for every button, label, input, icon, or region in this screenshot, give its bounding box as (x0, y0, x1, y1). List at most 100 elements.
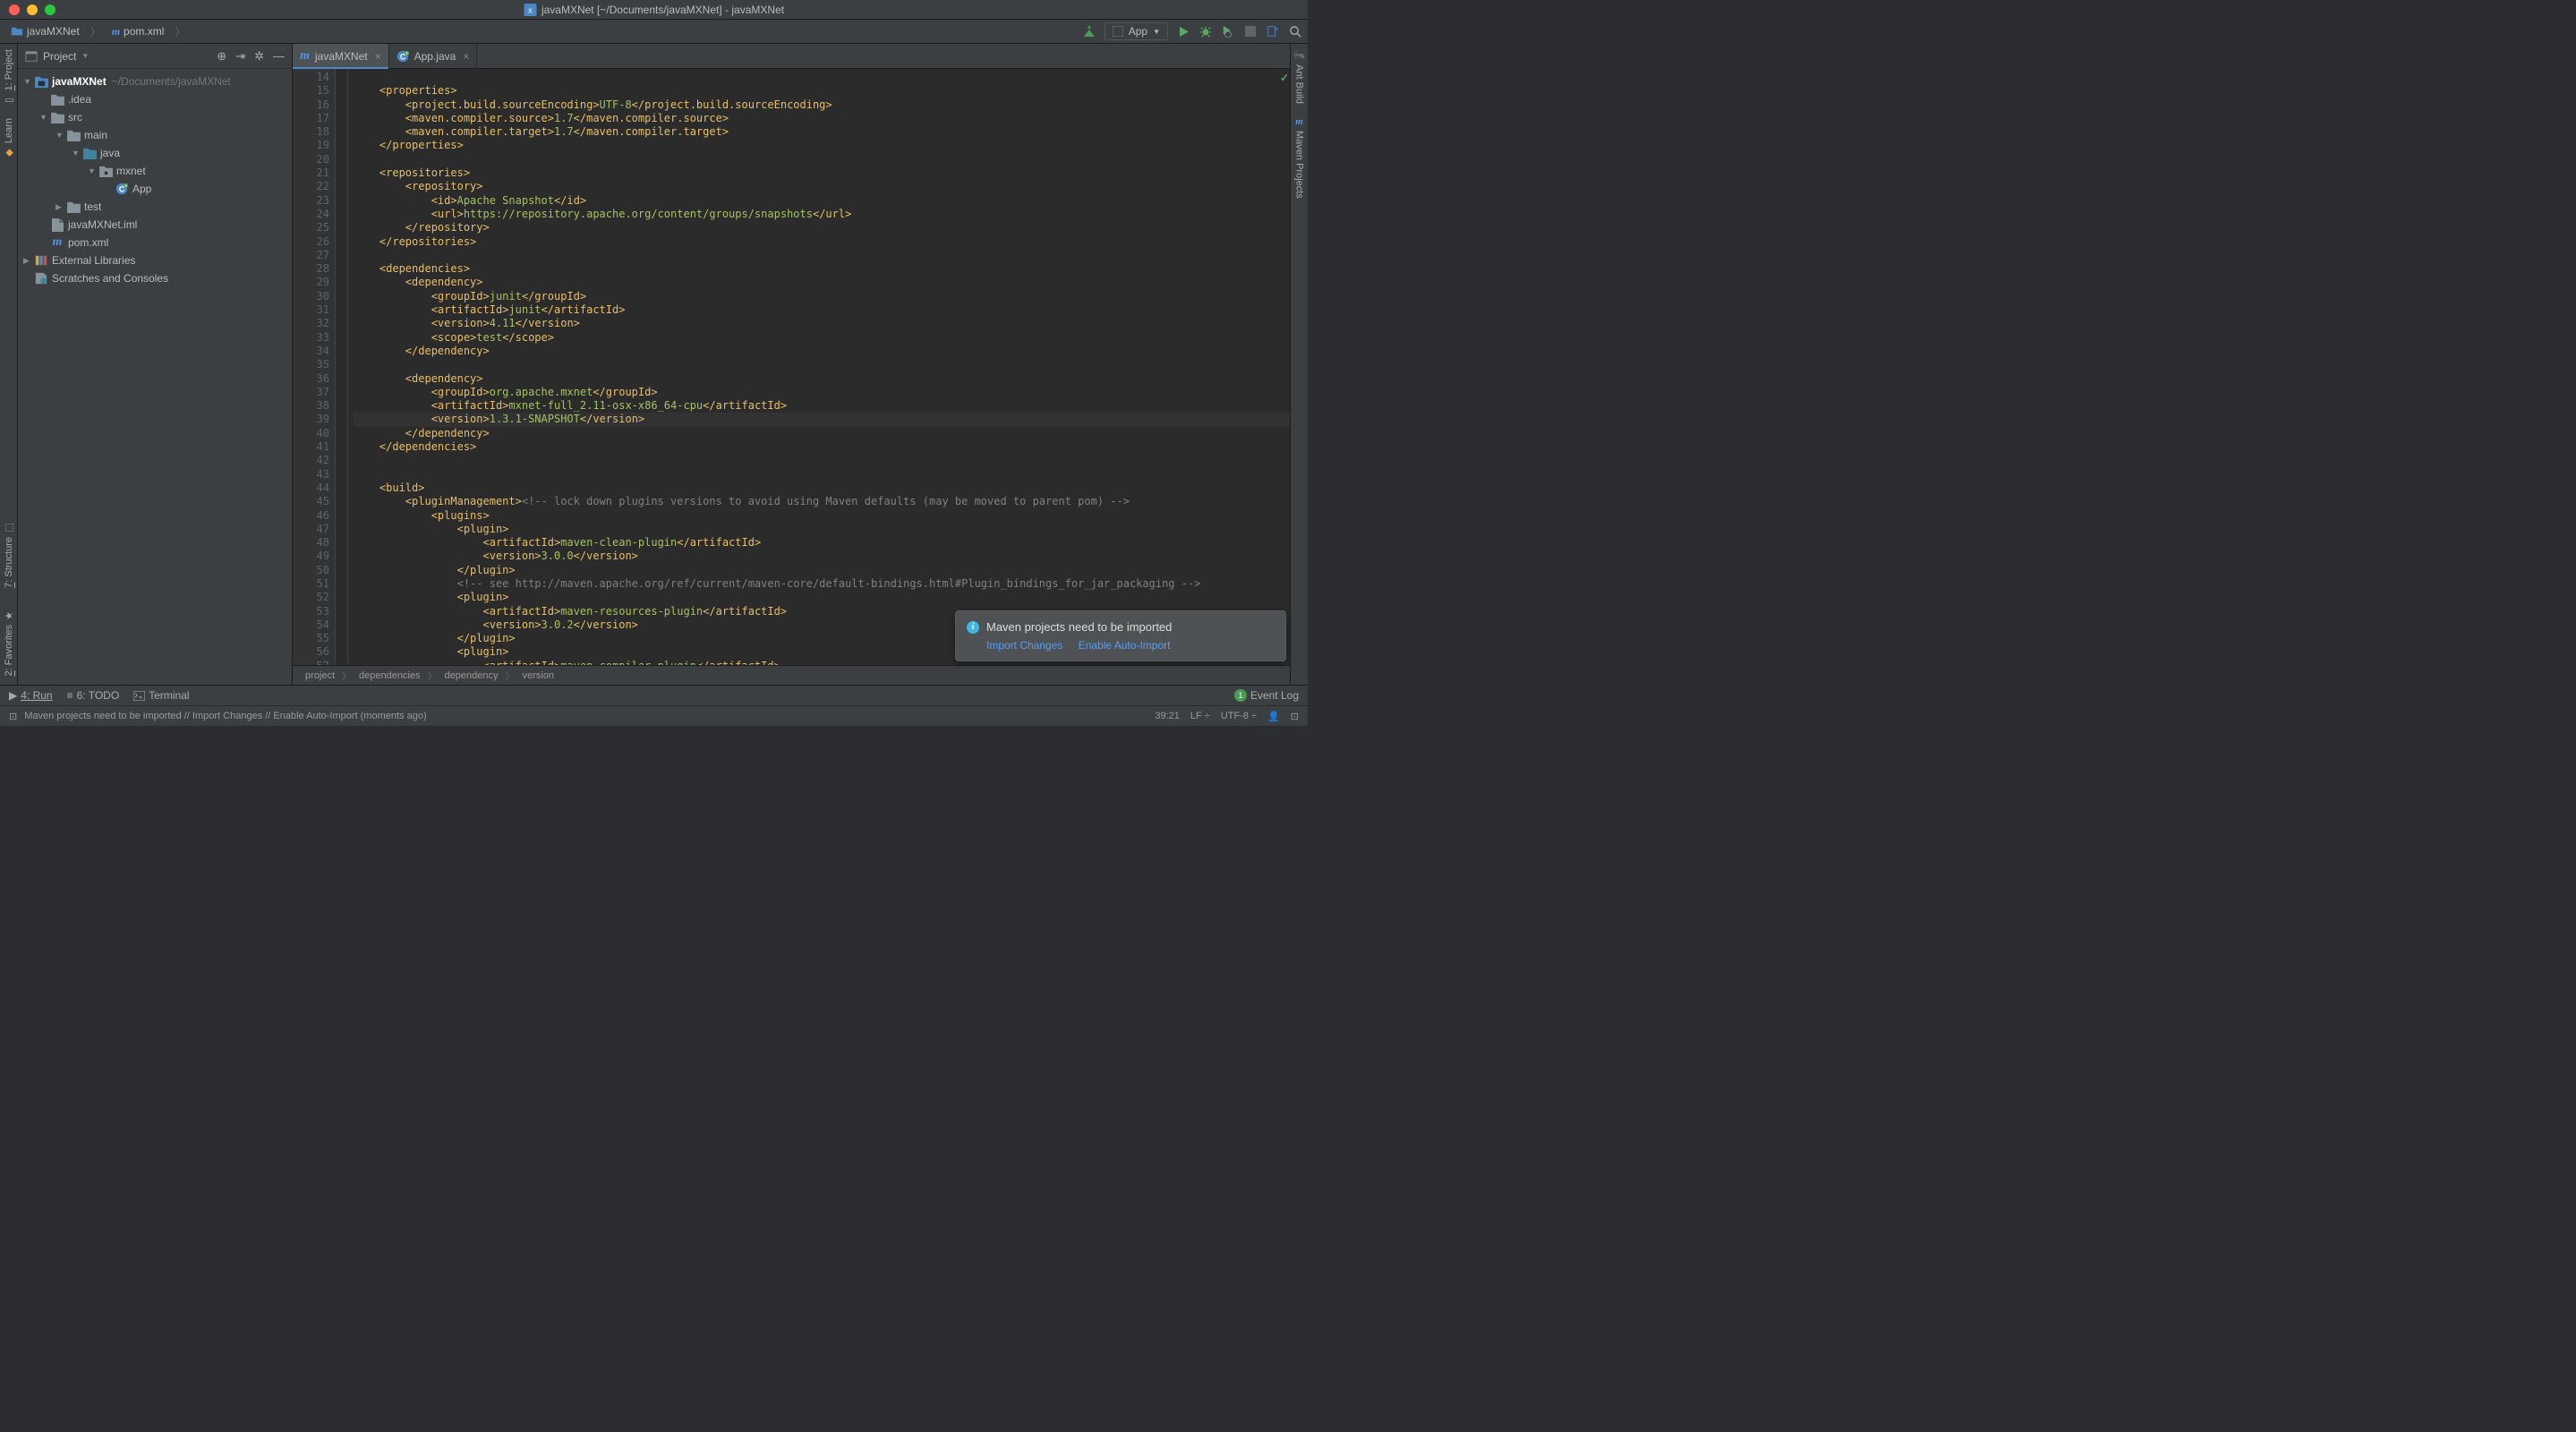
locate-icon[interactable]: ⊕ (217, 49, 226, 64)
tree-item[interactable]: .idea (18, 90, 292, 108)
terminal-tool-button[interactable]: Terminal (133, 689, 189, 702)
code-line[interactable]: <build> (354, 482, 1290, 495)
project-tree[interactable]: ▼javaMXNet~/Documents/javaMXNet.idea▼src… (18, 69, 292, 685)
import-changes-link[interactable]: Import Changes (986, 639, 1062, 652)
code-line[interactable]: </repository> (354, 221, 1290, 234)
todo-tool-button[interactable]: ≡ 6: TODO (67, 689, 120, 702)
cursor-position[interactable]: 39:21 (1155, 711, 1180, 721)
coverage-button[interactable] (1221, 24, 1235, 38)
minimize-window-button[interactable] (27, 4, 38, 15)
code-line[interactable]: <project.build.sourceEncoding>UTF-8</pro… (354, 98, 1290, 112)
gutter-ant-button[interactable]: 🐜Ant Build (1293, 49, 1306, 104)
tree-item[interactable]: ▼javaMXNet~/Documents/javaMXNet (18, 72, 292, 90)
tree-toggle-icon[interactable]: ▼ (39, 113, 50, 122)
code-line[interactable]: <dependencies> (354, 262, 1290, 276)
event-log-button[interactable]: 1 Event Log (1234, 689, 1299, 702)
update-project-icon[interactable] (1266, 24, 1280, 38)
run-tool-button[interactable]: ▶ 4: Run (9, 689, 53, 702)
breadcrumb-item[interactable]: dependencies (359, 670, 421, 681)
breadcrumb-item[interactable]: dependency (445, 670, 499, 681)
tree-item[interactable]: ▼java (18, 144, 292, 162)
code-line[interactable] (354, 454, 1290, 467)
code-line[interactable]: <dependency> (354, 372, 1290, 386)
code-area[interactable]: <properties> <project.build.sourceEncodi… (348, 69, 1290, 665)
file-encoding[interactable]: UTF-8 ÷ (1221, 711, 1257, 721)
code-line[interactable]: <artifactId>junit</artifactId> (354, 303, 1290, 317)
code-line[interactable]: <repository> (354, 180, 1290, 193)
search-everywhere-icon[interactable] (1288, 24, 1302, 38)
editor-tab[interactable]: CApp.java× (389, 44, 478, 68)
settings-icon[interactable]: ✲ (254, 49, 264, 64)
tree-toggle-icon[interactable]: ▼ (23, 77, 34, 86)
tree-item[interactable]: mpom.xml (18, 234, 292, 251)
gutter-project-button[interactable]: ▯1: Project (4, 49, 14, 106)
code-line[interactable]: </repositories> (354, 235, 1290, 249)
build-icon[interactable] (1082, 24, 1096, 38)
hector-icon[interactable]: 👤 (1267, 711, 1280, 722)
close-window-button[interactable] (9, 4, 20, 15)
editor-breadcrumbs[interactable]: project〉dependencies〉dependency〉version (293, 665, 1290, 685)
line-separator[interactable]: LF ÷ (1190, 711, 1210, 721)
breadcrumb-item[interactable]: version (523, 670, 554, 681)
code-line[interactable]: </dependencies> (354, 440, 1290, 454)
code-line[interactable] (354, 249, 1290, 262)
code-line[interactable] (354, 468, 1290, 482)
memory-indicator[interactable]: ⊡ (1291, 711, 1299, 722)
collapse-all-icon[interactable]: ⇥ (235, 49, 245, 64)
hide-icon[interactable]: — (273, 49, 285, 63)
code-line[interactable]: <properties> (354, 84, 1290, 98)
gutter-favorites-button[interactable]: 2: Favorites★ (4, 609, 14, 676)
editor[interactable]: ✓ 14151617181920212223242526272829303132… (293, 69, 1290, 665)
tree-item[interactable]: ▶test (18, 198, 292, 216)
code-line[interactable]: <maven.compiler.source>1.7</maven.compil… (354, 112, 1290, 125)
code-line[interactable]: <version>4.11</version> (354, 317, 1290, 330)
code-line[interactable]: <pluginManagement><!-- lock down plugins… (354, 495, 1290, 508)
code-line[interactable] (354, 358, 1290, 371)
tree-item[interactable]: ▶External Libraries (18, 251, 292, 269)
code-line[interactable]: <plugin> (354, 523, 1290, 536)
code-line[interactable]: <maven.compiler.target>1.7</maven.compil… (354, 125, 1290, 139)
code-line[interactable]: <groupId>junit</groupId> (354, 290, 1290, 303)
code-line[interactable]: </dependency> (354, 345, 1290, 358)
code-line[interactable]: <version>3.0.0</version> (354, 550, 1290, 563)
tool-windows-icon[interactable]: ⊡ (9, 711, 17, 722)
code-line[interactable]: <artifactId>mxnet-full_2.11-osx-x86_64-c… (354, 399, 1290, 413)
code-line[interactable] (354, 71, 1290, 84)
tree-item[interactable]: ▼src (18, 108, 292, 126)
code-line[interactable]: <version>1.3.1-SNAPSHOT</version> (354, 413, 1290, 426)
editor-tab[interactable]: mjavaMXNet× (293, 44, 389, 68)
line-number-gutter[interactable]: 1415161718192021222324252627282930313233… (293, 69, 336, 665)
tree-item[interactable]: CApp (18, 180, 292, 198)
tree-item[interactable]: ▼mxnet (18, 162, 292, 180)
tree-toggle-icon[interactable]: ▼ (88, 166, 98, 175)
breadcrumb-item[interactable]: project (305, 670, 335, 681)
code-line[interactable]: <repositories> (354, 166, 1290, 180)
fold-gutter[interactable] (336, 69, 348, 665)
code-line[interactable]: <!-- see http://maven.apache.org/ref/cur… (354, 577, 1290, 591)
gutter-maven-button[interactable]: mMaven Projects (1294, 116, 1305, 199)
tree-toggle-icon[interactable]: ▶ (23, 256, 34, 266)
tree-toggle-icon[interactable]: ▼ (55, 131, 66, 140)
tree-item[interactable]: javaMXNet.iml (18, 216, 292, 234)
tree-item[interactable]: ▼main (18, 126, 292, 144)
code-line[interactable]: <id>Apache Snapshot</id> (354, 194, 1290, 208)
close-tab-icon[interactable]: × (373, 50, 381, 63)
close-tab-icon[interactable]: × (461, 50, 469, 63)
run-button[interactable] (1176, 24, 1190, 38)
code-line[interactable]: <url>https://repository.apache.org/conte… (354, 208, 1290, 221)
run-configuration-dropdown[interactable]: App ▼ (1105, 22, 1168, 40)
code-line[interactable]: <artifactId>maven-clean-plugin</artifact… (354, 536, 1290, 550)
enable-auto-import-link[interactable]: Enable Auto-Import (1079, 639, 1171, 652)
code-line[interactable]: <groupId>org.apache.mxnet</groupId> (354, 386, 1290, 399)
code-line[interactable] (354, 153, 1290, 166)
gutter-structure-button[interactable]: 7: Structure⬚ (4, 522, 14, 588)
stop-button[interactable] (1243, 24, 1258, 38)
nav-crumb-file[interactable]: m pom.xml (107, 23, 170, 40)
code-line[interactable]: </dependency> (354, 427, 1290, 440)
tree-item[interactable]: Scratches and Consoles (18, 269, 292, 287)
code-line[interactable]: <plugin> (354, 591, 1290, 604)
nav-crumb-project[interactable]: javaMXNet (5, 23, 85, 39)
maximize-window-button[interactable] (45, 4, 55, 15)
code-line[interactable]: </plugin> (354, 564, 1290, 577)
debug-button[interactable] (1198, 24, 1213, 38)
